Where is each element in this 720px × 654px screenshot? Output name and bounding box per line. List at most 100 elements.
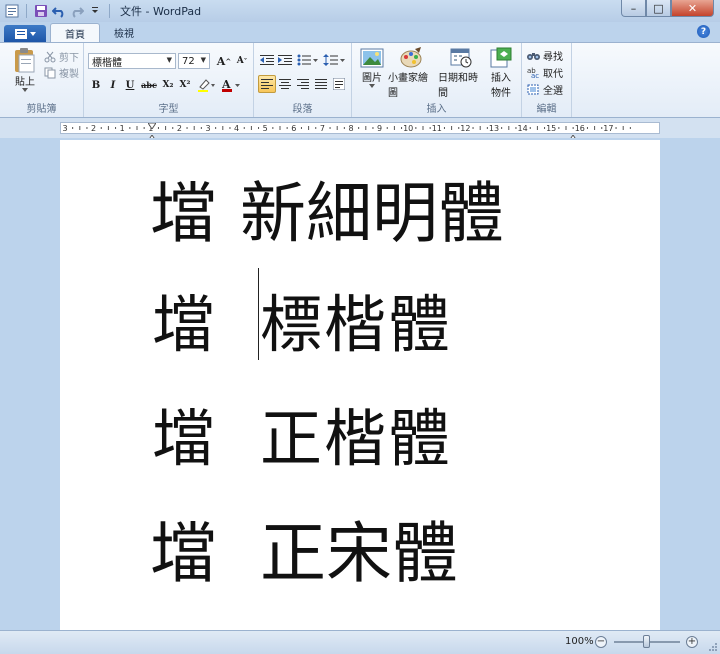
close-button[interactable]: ✕ xyxy=(671,0,714,17)
ruler-tick xyxy=(186,127,188,129)
ruler-tick xyxy=(258,127,260,129)
minimize-glyph: – xyxy=(630,1,637,15)
tab-home[interactable]: 首頁 xyxy=(50,23,100,42)
underline-button[interactable]: U xyxy=(122,77,138,93)
ruler-number: 7 xyxy=(320,124,325,133)
help-icon[interactable]: ? xyxy=(697,25,710,38)
cut-button[interactable]: 剪下 xyxy=(44,49,79,64)
clipboard-group: 貼上 剪下 複製 剪貼簿 xyxy=(0,43,84,117)
resize-grip-icon[interactable] xyxy=(708,642,718,652)
ruler-tick xyxy=(429,127,431,129)
document-canvas[interactable]: 壋新細明體 壋標楷體 壋正楷體 壋正宋體 xyxy=(0,138,720,630)
dropdown-arrow-icon xyxy=(29,31,36,36)
shrink-font-button[interactable]: Aˇ xyxy=(234,53,250,69)
bullets-button[interactable] xyxy=(296,51,320,69)
picture-button[interactable]: 圖片 xyxy=(358,47,386,88)
date-time-button[interactable]: 日期和時間 xyxy=(438,47,484,99)
align-right-button[interactable] xyxy=(294,75,312,93)
align-center-button[interactable] xyxy=(276,75,294,93)
decrease-indent-button[interactable] xyxy=(258,51,276,69)
ruler-tick xyxy=(515,127,517,129)
shrink-caret-icon: ˇ xyxy=(243,56,248,66)
find-button[interactable]: 尋找 xyxy=(527,48,563,63)
maximize-button[interactable]: □ xyxy=(646,0,671,17)
ruler-tick xyxy=(243,127,245,129)
subscript-button[interactable]: X₂ xyxy=(160,77,176,93)
grow-font-glyph: A xyxy=(216,54,226,68)
highlight-button[interactable] xyxy=(196,77,216,93)
picture-label: 圖片 xyxy=(362,73,382,84)
align-left-icon xyxy=(261,79,273,89)
chevron-down-icon: ▼ xyxy=(166,56,172,64)
copy-button[interactable]: 複製 xyxy=(44,65,79,80)
ruler[interactable]: 3 2 1 1 2 3 4 5 6 7 8 9 10 11 12 13 14 15 16 17 xyxy=(60,119,660,142)
zoom-out-button[interactable]: − xyxy=(595,636,607,648)
scissors-icon xyxy=(44,51,56,62)
date-time-label: 日期和時間 xyxy=(438,73,478,99)
grow-caret-icon: ^ xyxy=(225,56,232,66)
align-right-icon xyxy=(297,79,309,89)
picture-dropdown-icon xyxy=(369,84,375,88)
undo-icon[interactable] xyxy=(51,3,67,19)
text-color-icon: A xyxy=(221,78,240,92)
zoom-in-button[interactable]: + xyxy=(686,636,698,648)
paint-drawing-button[interactable]: 小畫家繪圖 xyxy=(388,47,434,99)
bold-button[interactable]: B xyxy=(88,77,104,93)
ruler-tick xyxy=(72,127,74,129)
svg-text:ac: ac xyxy=(531,72,539,78)
paragraph-settings-button[interactable] xyxy=(330,75,348,93)
save-icon[interactable] xyxy=(33,3,49,19)
app-icon[interactable] xyxy=(4,3,20,19)
paste-button[interactable]: 貼上 xyxy=(8,47,42,92)
left-indent-marker[interactable] xyxy=(147,131,157,142)
ruler-tick xyxy=(486,127,488,129)
ruler-tick xyxy=(529,127,531,129)
document-line-4: 壋正宋體 xyxy=(150,500,458,596)
minimize-button[interactable]: – xyxy=(621,0,646,17)
justify-button[interactable] xyxy=(312,75,330,93)
insert-object-button[interactable]: 插入 物件 xyxy=(486,47,516,99)
replace-button[interactable]: ab ac 取代 xyxy=(527,65,563,80)
zoom-level-text: 100% xyxy=(565,636,594,647)
align-left-button[interactable] xyxy=(258,75,276,93)
redo-icon[interactable] xyxy=(69,3,85,19)
ruler-tick xyxy=(308,126,310,130)
grow-font-button[interactable]: A ^ xyxy=(216,53,232,69)
zoom-slider-thumb[interactable] xyxy=(643,635,650,648)
shrink-font-glyph: A xyxy=(236,56,244,66)
paint-palette-icon xyxy=(400,47,422,68)
font-name-select[interactable]: 標楷體 ▼ xyxy=(88,53,176,69)
increase-indent-button[interactable] xyxy=(276,51,294,69)
strikethrough-button[interactable]: abc xyxy=(140,77,158,93)
status-bar: 100% − + xyxy=(0,630,720,654)
tab-view[interactable]: 檢視 xyxy=(100,23,148,42)
ruler-tick xyxy=(479,126,481,130)
line-spacing-button[interactable] xyxy=(322,51,346,69)
document-line-3: 壋正楷體 xyxy=(152,388,452,478)
ruler-tick xyxy=(615,127,617,129)
ruler-number: 12 xyxy=(460,124,470,133)
font-group: 標楷體 ▼ 72 ▼ A ^ Aˇ B I U abc X₂ X² A 字型 xyxy=(84,43,254,117)
app-menu-button[interactable] xyxy=(4,25,46,42)
first-line-indent-marker[interactable] xyxy=(147,119,157,130)
ruler-tick xyxy=(100,127,102,129)
superscript-button[interactable]: X² xyxy=(177,77,193,93)
ruler-tick xyxy=(365,126,367,130)
text-color-button[interactable]: A xyxy=(220,77,242,93)
font-size-select[interactable]: 72 ▼ xyxy=(178,53,210,69)
select-all-button[interactable]: 全選 xyxy=(527,82,563,97)
right-indent-marker[interactable] xyxy=(568,131,578,142)
customize-icon[interactable] xyxy=(87,3,103,19)
ruler-tick xyxy=(86,127,88,129)
ribbon-tabs: 首頁 檢視 ? xyxy=(0,22,720,42)
ruler-tick xyxy=(629,127,631,129)
document-page[interactable]: 壋新細明體 壋標楷體 壋正楷體 壋正宋體 xyxy=(60,140,660,630)
ruler-number: 6 xyxy=(291,124,296,133)
italic-button[interactable]: I xyxy=(105,77,121,93)
ruler-tick xyxy=(279,126,281,130)
insert-group-label: 插入 xyxy=(426,104,447,115)
select-all-icon xyxy=(527,84,539,95)
ruler-tick xyxy=(329,127,331,129)
ruler-tick xyxy=(622,126,624,130)
ruler-tick xyxy=(372,127,374,129)
